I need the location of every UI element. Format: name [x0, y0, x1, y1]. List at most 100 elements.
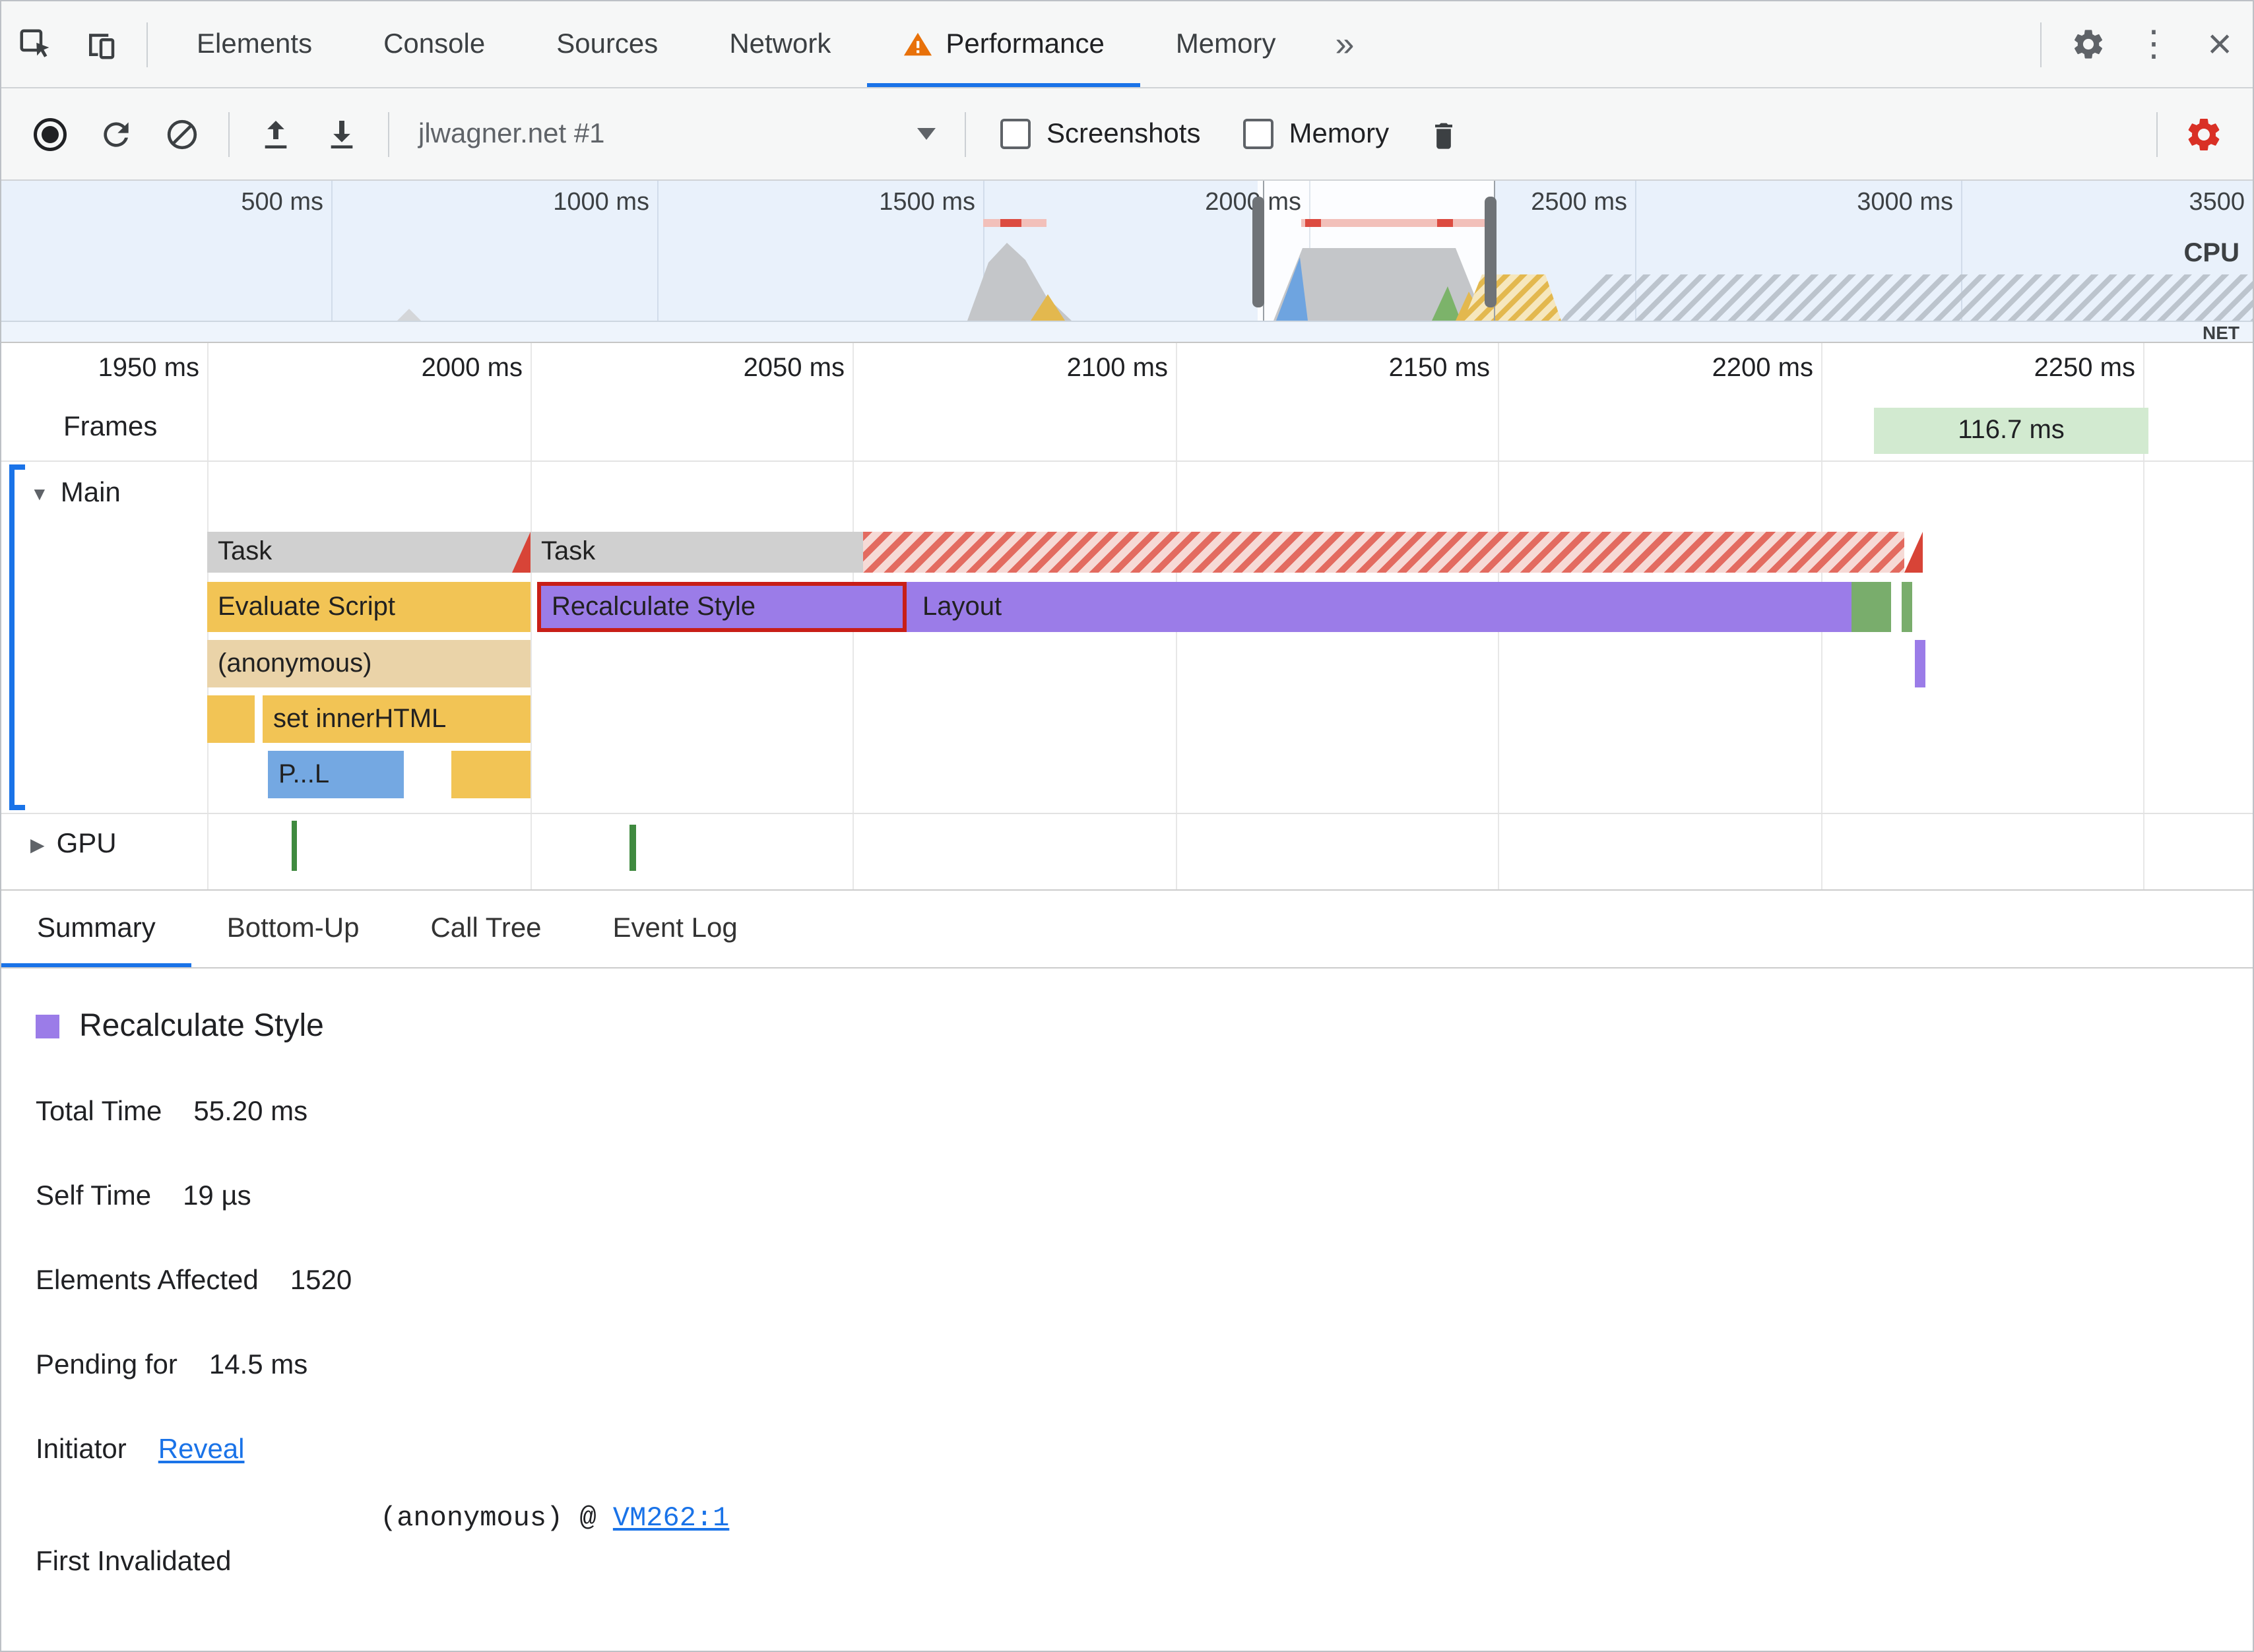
- divider: [2156, 111, 2158, 156]
- device-toolbar-icon[interactable]: [67, 1, 133, 87]
- tab-bottom-up[interactable]: Bottom-Up: [191, 891, 395, 967]
- chevron-expanded-icon: ▼: [30, 483, 49, 504]
- devtools-window: Elements Console Sources Network Perform…: [0, 0, 2254, 1652]
- frame-duration-chip[interactable]: 116.7 ms: [1874, 408, 2148, 454]
- stack-trace: (anonymous) @ VM262:1: [380, 1504, 730, 1535]
- timeline-detail[interactable]: 1950 ms 2000 ms 2050 ms 2100 ms 2150 ms …: [1, 343, 2253, 889]
- summary-row: Pending for 14.5 ms: [36, 1347, 2253, 1383]
- flame-bar-task[interactable]: Task: [207, 532, 531, 573]
- ruler-label: 2100 ms: [1066, 354, 1168, 383]
- overview-handle-right[interactable]: [1485, 197, 1497, 307]
- reload-and-record-button[interactable]: [83, 88, 149, 179]
- warning-icon: [902, 29, 932, 59]
- gpu-track-toggle[interactable]: ▶ GPU: [30, 829, 117, 860]
- screenshots-checkbox[interactable]: Screenshots: [1000, 118, 1200, 150]
- close-icon[interactable]: ×: [2187, 1, 2253, 87]
- long-task-marker: [1305, 219, 1321, 227]
- cpu-activity-chart: [397, 243, 2253, 321]
- chevron-down-icon: [917, 128, 936, 140]
- row-value: 1520: [290, 1265, 352, 1295]
- source-location-link[interactable]: VM262:1: [613, 1504, 729, 1535]
- flame-bar-paint[interactable]: [1852, 582, 1891, 632]
- devtools-tab-bar: Elements Console Sources Network Perform…: [1, 1, 2253, 88]
- gpu-activity-mark: [292, 821, 297, 871]
- divider: [965, 111, 966, 156]
- profile-select[interactable]: jlwagner.net #1: [402, 118, 951, 150]
- timeline-overview[interactable]: 500 ms 1000 ms 1500 ms 2000 ms 2500 ms 3…: [1, 181, 2253, 343]
- flame-bar-script-small[interactable]: [451, 751, 531, 798]
- save-profile-icon[interactable]: [309, 88, 375, 179]
- summary-row: Total Time 55.20 ms: [36, 1094, 2253, 1129]
- long-task-corner-icon: [1904, 532, 1923, 573]
- divider: [388, 111, 389, 156]
- reveal-link[interactable]: Reveal: [158, 1434, 245, 1465]
- long-task-marker: [1000, 219, 1021, 227]
- tab-memory[interactable]: Memory: [1140, 1, 1312, 87]
- summary-row: Self Time 19 µs: [36, 1178, 2253, 1214]
- flame-bar-style-small[interactable]: [1915, 640, 1925, 687]
- inspect-element-icon[interactable]: [1, 1, 67, 87]
- gpu-activity-mark: [629, 825, 636, 871]
- event-color-swatch: [36, 1015, 59, 1038]
- load-profile-icon[interactable]: [243, 88, 309, 179]
- row-value: 19 µs: [183, 1180, 251, 1211]
- capture-settings-gear-icon[interactable]: [2171, 88, 2237, 179]
- settings-gear-icon[interactable]: [2055, 1, 2121, 87]
- divider: [146, 22, 148, 67]
- network-lane: NET: [1, 321, 2253, 343]
- trash-icon[interactable]: [1410, 88, 1476, 179]
- row-value: 55.20 ms: [193, 1096, 308, 1126]
- details-tab-bar: Summary Bottom-Up Call Tree Event Log: [1, 889, 2253, 969]
- flame-bar-long-task[interactable]: Task: [531, 532, 1923, 573]
- ruler-label: 2050 ms: [743, 354, 845, 383]
- flame-bar-set-innerhtml[interactable]: set innerHTML: [263, 695, 531, 743]
- net-lane-label: NET: [2203, 322, 2239, 343]
- cpu-lane-label: CPU: [2183, 239, 2239, 268]
- frames-track-label: Frames: [63, 412, 158, 442]
- flame-bar-evaluate-script[interactable]: Evaluate Script: [207, 582, 531, 632]
- tab-performance[interactable]: Performance: [866, 1, 1140, 87]
- flame-bar-layout[interactable]: Layout: [907, 582, 1852, 632]
- record-button[interactable]: [17, 88, 83, 179]
- ruler-label: 2000 ms: [421, 354, 523, 383]
- gpu-track: [1, 813, 2253, 889]
- checkbox-icon: [1000, 119, 1031, 149]
- long-task-marker: [1437, 219, 1453, 227]
- tab-network[interactable]: Network: [693, 1, 866, 87]
- divider: [228, 111, 230, 156]
- memory-checkbox[interactable]: Memory: [1242, 118, 1389, 150]
- flame-bar-paint-small[interactable]: [1902, 582, 1912, 632]
- flame-bar-parse[interactable]: P...L: [268, 751, 404, 798]
- row-label: Self Time: [36, 1180, 152, 1211]
- more-tabs-button[interactable]: »: [1312, 1, 1378, 87]
- summary-pane: Recalculate Style Total Time 55.20 ms Se…: [1, 969, 2253, 1651]
- flame-bar-script-small[interactable]: [207, 695, 255, 743]
- ruler-label: 2200 ms: [1712, 354, 1813, 383]
- flame-bar-anonymous[interactable]: (anonymous): [207, 640, 531, 687]
- event-title: Recalculate Style: [79, 1008, 324, 1044]
- main-track-toggle[interactable]: ▼ Main: [30, 478, 121, 509]
- clear-recording-icon[interactable]: [149, 88, 215, 179]
- tab-summary[interactable]: Summary: [1, 891, 191, 967]
- summary-row: Elements Affected 1520: [36, 1263, 2253, 1298]
- tab-sources[interactable]: Sources: [521, 1, 693, 87]
- checkbox-icon: [1242, 119, 1273, 149]
- flame-bar-recalculate-style[interactable]: Recalculate Style: [537, 582, 907, 632]
- tab-console[interactable]: Console: [348, 1, 521, 87]
- long-task-marker: [1301, 219, 1485, 227]
- tab-call-tree[interactable]: Call Tree: [395, 891, 577, 967]
- overview-handle-left[interactable]: [1252, 197, 1264, 307]
- frames-track: Frames 116.7 ms: [1, 398, 2253, 462]
- event-legend: Recalculate Style: [36, 1008, 2253, 1045]
- long-task-corner-icon: [512, 532, 531, 573]
- kebab-menu-icon[interactable]: ⋮: [2121, 1, 2187, 87]
- divider: [2040, 22, 2042, 67]
- row-label: Elements Affected: [36, 1265, 259, 1295]
- tab-elements[interactable]: Elements: [161, 1, 348, 87]
- performance-toolbar: jlwagner.net #1 Screenshots Memory: [1, 88, 2253, 181]
- row-label: First Invalidated: [36, 1546, 232, 1577]
- chevron-collapsed-icon: ▶: [30, 833, 45, 854]
- summary-row-first-invalidated: First Invalidated (anonymous) @ VM262:1: [36, 1494, 2253, 1612]
- row-label: Initiator: [36, 1434, 127, 1464]
- tab-event-log[interactable]: Event Log: [577, 891, 773, 967]
